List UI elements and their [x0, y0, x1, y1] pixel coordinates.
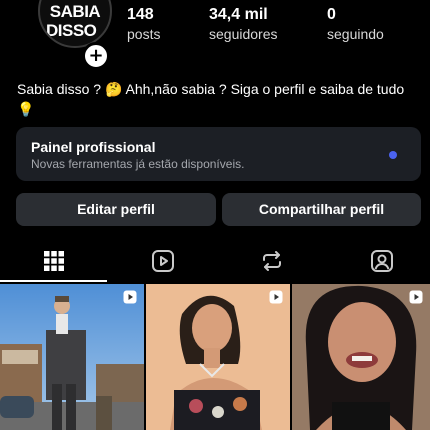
- grid-post-2[interactable]: [146, 284, 290, 430]
- professional-dashboard[interactable]: Painel profissional Novas ferramentas já…: [16, 127, 421, 181]
- profile-bio: Sabia disso ? 🤔 Ahh,não sabia ? Siga o p…: [17, 79, 422, 119]
- reposts-icon[interactable]: [254, 243, 290, 279]
- reel-play-icon: [409, 290, 423, 304]
- new-indicator-dot: [389, 151, 397, 159]
- active-tab-indicator: [0, 280, 107, 282]
- add-story-button[interactable]: +: [82, 42, 110, 70]
- reel-play-icon: [123, 290, 137, 304]
- panel-subtitle: Novas ferramentas já estão disponíveis.: [31, 157, 245, 171]
- grid-post-1[interactable]: [0, 284, 144, 430]
- posts-count: 148: [127, 6, 154, 23]
- avatar-text-line2: DISSO: [46, 21, 97, 40]
- tagged-icon[interactable]: [364, 243, 400, 279]
- bio-text-2: Ahh,não sabia ? Siga o perfil e saiba de…: [122, 81, 405, 97]
- grid-post-3[interactable]: [292, 284, 430, 430]
- profile-avatar[interactable]: ? SABIA DISSO: [38, 0, 112, 48]
- thinking-emoji-icon: 🤔: [104, 81, 123, 97]
- stat-following[interactable]: 0 seguindo: [327, 6, 384, 42]
- bio-text-1: Sabia disso ?: [17, 81, 105, 97]
- posts-label: posts: [127, 26, 161, 42]
- stat-posts[interactable]: 148 posts: [127, 6, 160, 42]
- grid-icon[interactable]: [36, 243, 72, 279]
- panel-title: Painel profissional: [31, 139, 156, 155]
- lightbulb-emoji-icon: 💡: [17, 101, 35, 117]
- share-profile-button[interactable]: Compartilhar perfil: [222, 193, 421, 226]
- edit-profile-button[interactable]: Editar perfil: [16, 193, 216, 226]
- followers-count: 34,4 mil: [209, 6, 268, 23]
- reels-icon[interactable]: [145, 243, 181, 279]
- followers-label: seguidores: [209, 26, 278, 42]
- reel-play-icon: [269, 290, 283, 304]
- stat-followers[interactable]: 34,4 mil seguidores: [209, 6, 278, 42]
- avatar-text-line1: SABIA: [49, 2, 101, 21]
- following-label: seguindo: [327, 26, 384, 42]
- following-count: 0: [327, 6, 336, 23]
